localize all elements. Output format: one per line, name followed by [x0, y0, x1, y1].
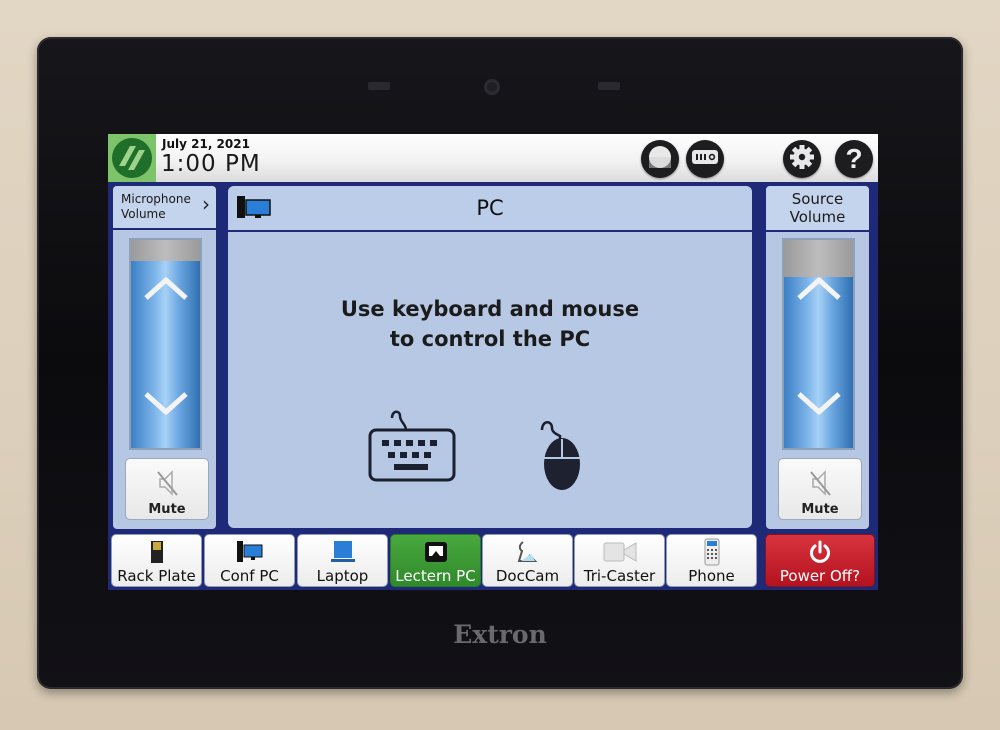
source-label: Conf PC [220, 567, 279, 585]
chevron-right-icon: › [202, 192, 210, 216]
slider-empty-portion [131, 240, 200, 261]
source-selection-bar: Rack Plate Conf PC Laptop Lectern PC Doc… [108, 532, 878, 590]
keyboard-icon [366, 406, 458, 488]
source-mute-button[interactable]: Mute [778, 458, 862, 520]
instruction-line-2: to control the PC [389, 327, 591, 351]
microphone-volume-panel: Microphone Volume › Mute [113, 186, 216, 529]
touch-screen: July 21, 2021 1:00 PM ? Microphone Volum… [108, 134, 878, 590]
power-icon [807, 538, 833, 566]
power-off-button[interactable]: Power Off? [765, 534, 875, 587]
source-label: DocCam [495, 567, 560, 585]
speaker-muted-icon [153, 468, 181, 502]
camera-lens [484, 79, 500, 95]
source-label: Lectern PC [395, 567, 476, 585]
source-button-doccam[interactable]: DocCam [482, 534, 573, 587]
brand-logo: Extron [453, 620, 547, 649]
slider-empty-portion [784, 240, 853, 278]
chevron-down-icon [142, 392, 190, 422]
instruction-message: Use keyboard and mouse to control the PC [228, 294, 752, 354]
gear-icon [788, 143, 816, 175]
source-button-lectern-pc[interactable]: Lectern PC [390, 534, 481, 587]
chevron-up-icon [142, 277, 190, 306]
help-button[interactable]: ? [835, 140, 873, 178]
source-volume-down-button[interactable] [795, 390, 843, 422]
microphone-volume-header[interactable]: Microphone Volume › [113, 186, 216, 230]
main-panel: PC Use keyboard and mouse to control the… [228, 186, 752, 528]
source-button-laptop[interactable]: Laptop [297, 534, 388, 587]
source-button-phone[interactable]: Phone [666, 534, 757, 587]
laptop-icon [328, 538, 358, 566]
source-label: Phone [688, 567, 735, 585]
source-volume-up-button[interactable] [795, 274, 843, 306]
microphone-volume-title: Microphone Volume [121, 192, 191, 221]
speaker-muted-icon [806, 468, 834, 502]
top-bar: July 21, 2021 1:00 PM ? [108, 134, 878, 182]
chevron-down-icon [795, 392, 843, 422]
display-button[interactable] [641, 140, 679, 178]
source-volume-slider[interactable] [782, 238, 855, 450]
microphone-mute-button[interactable]: Mute [125, 458, 209, 520]
proximity-sensor [368, 82, 390, 90]
main-panel-header: PC [228, 186, 752, 232]
source-label: Tri-Caster [583, 567, 656, 585]
extron-logo-icon [108, 134, 156, 182]
rack-plate-icon [149, 538, 165, 566]
source-button-tri-caster[interactable]: Tri-Caster [574, 534, 665, 587]
video-camera-icon [602, 538, 638, 566]
source-label: Rack Plate [117, 567, 196, 585]
desktop-pc-icon [236, 538, 264, 566]
power-off-label: Power Off? [779, 567, 861, 585]
source-button-conf-pc[interactable]: Conf PC [204, 534, 295, 587]
source-volume-panel: Source Volume Mute [766, 186, 869, 529]
light-sensor [598, 82, 620, 90]
settings-button[interactable] [783, 140, 821, 178]
source-volume-header: Source Volume [766, 186, 869, 232]
instruction-line-1: Use keyboard and mouse [340, 297, 640, 321]
phone-icon [702, 538, 722, 566]
microphone-volume-down-button[interactable] [142, 390, 190, 422]
projector-button[interactable] [686, 140, 724, 178]
chevron-up-icon [795, 277, 843, 306]
source-volume-title-line1: Source [791, 190, 844, 208]
main-panel-title: PC [476, 196, 504, 220]
lectern-pc-icon [424, 538, 448, 566]
source-volume-title-line2: Volume [789, 208, 846, 226]
microphone-volume-slider[interactable] [129, 238, 202, 450]
source-mute-label: Mute [801, 502, 839, 517]
question-icon: ? [845, 143, 863, 174]
display-icon [647, 144, 673, 174]
microphone-volume-up-button[interactable] [142, 274, 190, 306]
projector-icon [691, 148, 719, 170]
mouse-icon [538, 414, 588, 498]
source-label: Laptop [316, 567, 369, 585]
time-display: 1:00 PM [161, 151, 261, 177]
date-display: July 21, 2021 [162, 137, 250, 151]
source-button-rack-plate[interactable]: Rack Plate [111, 534, 202, 587]
document-camera-icon [515, 538, 541, 566]
microphone-mute-label: Mute [148, 502, 186, 517]
